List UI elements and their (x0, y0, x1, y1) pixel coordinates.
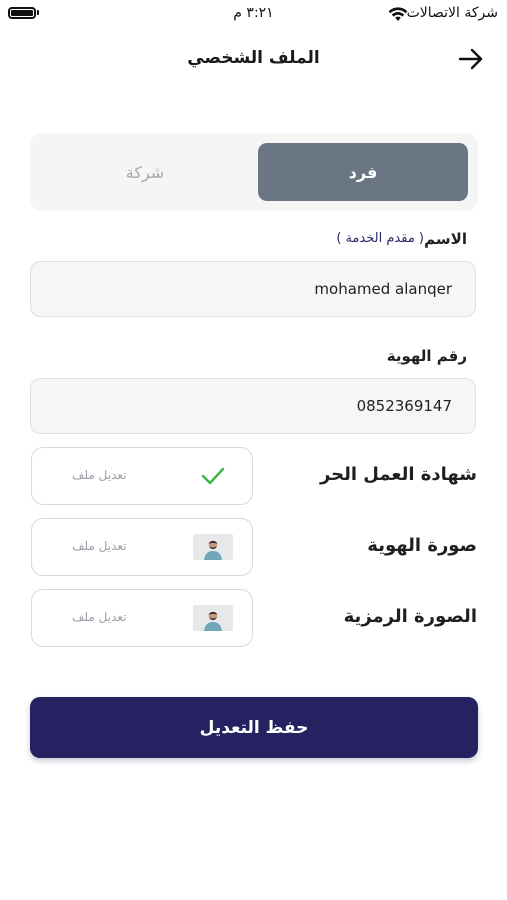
id-image-thumbnail (193, 534, 233, 560)
carrier-name: شركة الاتصالات (406, 5, 498, 21)
page-title: الملف الشخصي (187, 48, 320, 68)
segment-company[interactable]: شركة (40, 143, 250, 201)
id-number-field (30, 378, 476, 434)
id-number-label: رقم الهوية (386, 347, 467, 365)
status-bar: ٣:٢١ م شركة الاتصالات (0, 0, 507, 30)
name-hint: ( مقدم الخدمة ) (336, 231, 424, 246)
name-label: الاسم (424, 230, 467, 248)
id-image-label: صورة الهوية (367, 535, 477, 556)
avatar-label: الصورة الرمزية (343, 606, 477, 627)
avatar-thumbnail (193, 605, 233, 631)
edit-file-link[interactable]: تعديل ملف (72, 539, 127, 553)
save-changes-button[interactable]: حفظ التعديل (30, 697, 478, 758)
edit-file-link[interactable]: تعديل ملف (72, 610, 127, 624)
name-field (30, 261, 476, 317)
arrow-right-icon[interactable] (458, 48, 484, 70)
id-number-input[interactable] (31, 379, 475, 433)
wifi-icon (388, 7, 408, 21)
segment-individual[interactable]: فرد (258, 143, 468, 201)
freelance-certificate-label: شهادة العمل الحر (319, 464, 477, 485)
check-icon (201, 467, 225, 485)
edit-file-link[interactable]: تعديل ملف (72, 468, 127, 482)
name-input[interactable] (31, 262, 475, 316)
